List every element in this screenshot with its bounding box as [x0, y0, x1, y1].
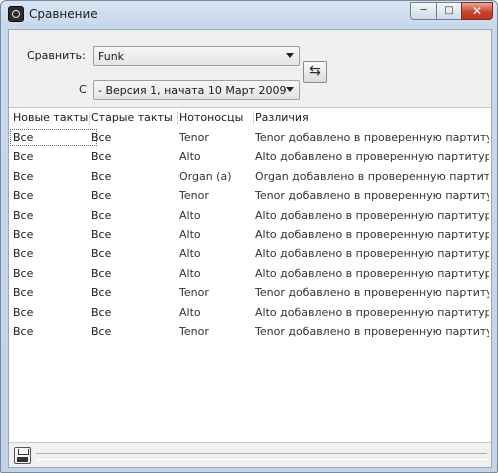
- column-header-old-bars[interactable]: Старые такты: [91, 111, 173, 124]
- swap-arrows-icon: ⇆: [309, 63, 321, 79]
- cell-new-bars: Все: [13, 305, 34, 319]
- table-row[interactable]: Все Все Alto Alto добавлено в проверенную п…: [9, 206, 491, 226]
- status-text-field: [36, 453, 487, 460]
- version-dropdown-value: - Версия 1, начата 10 Март 2009: [98, 84, 287, 97]
- column-header-differences[interactable]: Различия: [255, 111, 309, 124]
- column-divider[interactable]: [253, 111, 254, 125]
- table-row[interactable]: Все Все Tenor Tenor добавлено в проверенную…: [9, 322, 491, 342]
- save-button[interactable]: [14, 447, 31, 464]
- status-bar: [9, 442, 491, 467]
- cell-new-bars: Все: [13, 325, 34, 338]
- table-row[interactable]: Все Все Alto Alto добавлено в проверенную п…: [9, 225, 491, 245]
- cell-new-bars: Все: [13, 266, 34, 280]
- cell-staff: Alto: [179, 208, 201, 222]
- cell-old-bars: Все: [91, 169, 112, 183]
- cell-staff: Tenor: [179, 325, 209, 338]
- compare-dropdown-value: Funk: [98, 50, 125, 63]
- cell-staff: Tenor: [179, 189, 209, 203]
- title-bar[interactable]: Сравнение ─ □ ✕: [1, 1, 497, 27]
- cell-old-bars: Все: [91, 247, 112, 261]
- cell-staff: Alto: [179, 228, 201, 241]
- table-row[interactable]: Все Все Alto Alto добавлено в проверенную п…: [9, 264, 491, 284]
- cell-old-bars: Все: [91, 150, 112, 164]
- cell-difference: Alto добавлено в проверенную партитуру: [255, 266, 489, 280]
- column-header-new-bars[interactable]: Новые такты: [13, 111, 88, 124]
- cell-difference: Alto добавлено в проверенную партитуру: [255, 305, 489, 319]
- with-label: С: [79, 83, 87, 96]
- table-header: Новые такты Старые такты Нотоносцы Разли…: [9, 108, 491, 127]
- cell-difference: Organ добавлено в проверенную партит...: [255, 169, 489, 183]
- cell-staff: Tenor: [179, 286, 209, 300]
- minimize-button[interactable]: ─: [410, 2, 437, 20]
- table-row[interactable]: Все Все Alto Alto добавлено в проверенную п…: [9, 147, 491, 167]
- client-area: Сравнить: Funk С - Версия 1, начата 10 М…: [8, 29, 492, 468]
- cell-old-bars: Все: [91, 325, 112, 338]
- maximize-button[interactable]: □: [436, 2, 462, 20]
- cell-old-bars: Все: [91, 228, 112, 241]
- table-row[interactable]: Все Все Tenor Tenor добавлено в проверенную…: [9, 128, 491, 148]
- cell-difference: Alto добавлено в проверенную партитуру: [255, 247, 489, 261]
- cell-new-bars: Все: [13, 247, 34, 261]
- cell-staff: Tenor: [179, 131, 209, 144]
- cell-difference: Alto добавлено в проверенную партитуру: [255, 228, 489, 241]
- cell-staff: Organ (a): [179, 169, 232, 183]
- table-row[interactable]: Все Все Tenor Tenor добавлено в проверенную…: [9, 283, 491, 303]
- differences-table[interactable]: Новые такты Старые такты Нотоносцы Разли…: [9, 107, 491, 443]
- cell-staff: Alto: [179, 247, 201, 261]
- cell-old-bars: Все: [91, 208, 112, 222]
- cell-old-bars: Все: [91, 286, 112, 300]
- cell-difference: Alto добавлено в проверенную партитуру: [255, 150, 489, 164]
- minimize-icon: ─: [420, 5, 427, 16]
- cell-difference: Tenor добавлено в проверенную партиту...: [255, 189, 489, 203]
- version-dropdown[interactable]: - Версия 1, начата 10 Март 2009: [93, 80, 300, 100]
- cell-difference: Tenor добавлено в проверенную партиту...: [255, 131, 489, 144]
- cell-new-bars: Все: [13, 208, 34, 222]
- cell-staff: Alto: [179, 266, 201, 280]
- app-icon: [8, 6, 24, 22]
- swap-button[interactable]: ⇆: [303, 61, 327, 83]
- cell-difference: Tenor добавлено в проверенную партиту...: [255, 325, 489, 338]
- chevron-down-icon: [286, 87, 294, 92]
- close-button[interactable]: ✕: [461, 2, 493, 20]
- window-title: Сравнение: [29, 7, 98, 21]
- column-divider[interactable]: [177, 111, 178, 125]
- table-row[interactable]: Все Все Alto Alto добавлено в проверенную п…: [9, 244, 491, 264]
- column-header-staves[interactable]: Нотоносцы: [179, 111, 243, 124]
- close-icon: ✕: [471, 4, 483, 18]
- maximize-icon: □: [444, 5, 454, 16]
- cell-difference: Tenor добавлено в проверенную партиту...: [255, 286, 489, 300]
- cell-new-bars: Все: [13, 150, 34, 164]
- cell-old-bars: Все: [91, 131, 112, 144]
- cell-difference: Alto добавлено в проверенную партитуру: [255, 208, 489, 222]
- cell-new-bars: Все: [13, 286, 34, 300]
- column-divider[interactable]: [89, 111, 90, 125]
- compare-label: Сравнить:: [27, 49, 86, 62]
- compare-window: Сравнение ─ □ ✕ Сравнить: Funk С - Верси…: [0, 0, 498, 473]
- compare-dropdown[interactable]: Funk: [93, 46, 300, 66]
- cell-old-bars: Все: [91, 189, 112, 203]
- table-row[interactable]: Все Все Tenor Tenor добавлено в проверенную…: [9, 186, 491, 206]
- cell-new-bars: Все: [13, 131, 34, 144]
- table-row[interactable]: Все Все Organ (a) Organ добавлено в провере…: [9, 167, 491, 187]
- cell-old-bars: Все: [91, 266, 112, 280]
- cell-staff: Alto: [179, 305, 201, 319]
- table-row[interactable]: Все Все Alto Alto добавлено в проверенную п…: [9, 303, 491, 323]
- cell-new-bars: Все: [13, 169, 34, 183]
- cell-old-bars: Все: [91, 305, 112, 319]
- cell-new-bars: Все: [13, 228, 34, 241]
- cell-new-bars: Все: [13, 189, 34, 203]
- chevron-down-icon: [286, 53, 294, 58]
- cell-staff: Alto: [179, 150, 201, 164]
